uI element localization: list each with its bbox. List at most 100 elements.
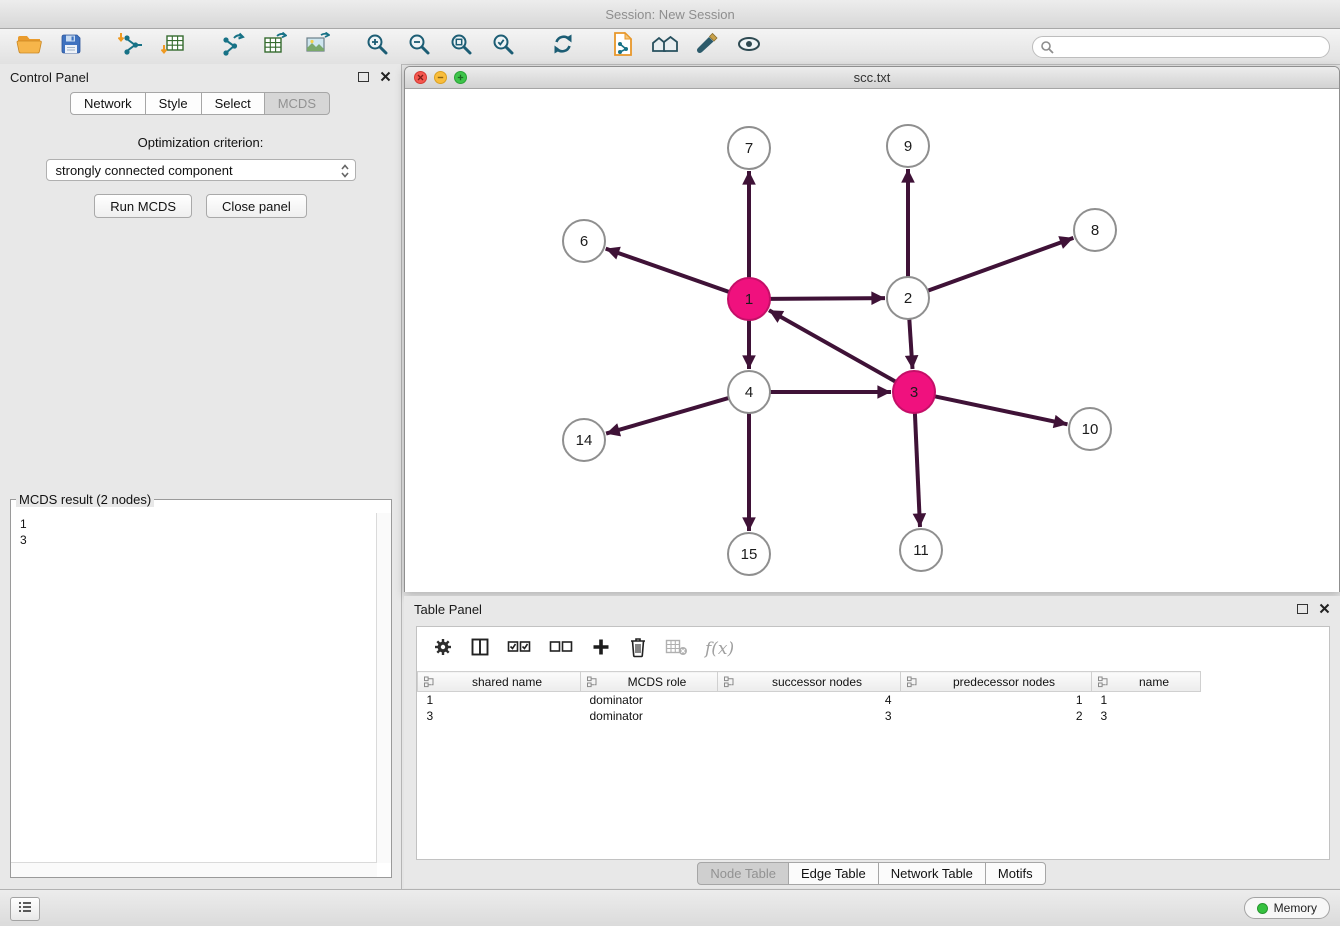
import-table-button[interactable]: [154, 32, 191, 62]
add-column-button[interactable]: [591, 637, 611, 662]
tab-network-table[interactable]: Network Table: [878, 862, 986, 885]
table-cell[interactable]: 3: [418, 708, 581, 724]
refresh-layout-icon: [551, 32, 575, 61]
edge-3-10[interactable]: [935, 396, 1068, 424]
tab-motifs[interactable]: Motifs: [985, 862, 1046, 885]
table-cell[interactable]: 1: [901, 692, 1092, 709]
tab-mcds[interactable]: MCDS: [264, 92, 330, 115]
app-title: Session: New Session: [605, 7, 734, 22]
memory-label: Memory: [1274, 901, 1317, 915]
table-cell[interactable]: 3: [1092, 708, 1201, 724]
network-canvas[interactable]: 7 9 6 8 1 2 4 3 14 10 15 11: [405, 89, 1339, 592]
show-columns-button[interactable]: [470, 637, 490, 662]
close-panel-button[interactable]: Close panel: [206, 194, 307, 218]
edge-3-11[interactable]: [915, 413, 920, 527]
edge-2-3[interactable]: [909, 319, 912, 369]
task-history-button[interactable]: [10, 897, 40, 921]
column-header-successor-nodes[interactable]: successor nodes: [718, 672, 901, 692]
zoom-fit-button[interactable]: [442, 32, 479, 62]
edge-1-6[interactable]: [606, 249, 730, 292]
zoom-selected-button[interactable]: [484, 32, 521, 62]
import-network-button[interactable]: [112, 32, 149, 62]
memory-button[interactable]: Memory: [1244, 897, 1330, 919]
graph-node-4[interactable]: 4: [728, 371, 770, 413]
network-document-button[interactable]: [604, 32, 641, 62]
column-header-shared-name[interactable]: shared name: [418, 672, 581, 692]
criterion-select[interactable]: strongly connected component: [46, 159, 356, 181]
tab-edge-table[interactable]: Edge Table: [788, 862, 879, 885]
search-icon: [1040, 40, 1054, 59]
table-cell[interactable]: 2: [901, 708, 1092, 724]
tab-node-table[interactable]: Node Table: [697, 862, 789, 885]
show-hide-button[interactable]: [730, 32, 767, 62]
table-cell[interactable]: dominator: [581, 708, 718, 724]
edge-4-14[interactable]: [606, 398, 729, 434]
export-network-button[interactable]: [214, 32, 251, 62]
column-header-name[interactable]: name: [1092, 672, 1201, 692]
zoom-out-icon: [407, 32, 431, 61]
graph-node-11[interactable]: 11: [900, 529, 942, 571]
graph-node-9[interactable]: 9: [887, 125, 929, 167]
apply-layout-button[interactable]: [544, 32, 581, 62]
graph-node-3[interactable]: 3: [893, 371, 935, 413]
graph-node-1[interactable]: 1: [728, 278, 770, 320]
close-panel-icon[interactable]: [380, 70, 391, 85]
float-table-panel-icon[interactable]: [1297, 604, 1308, 614]
save-floppy-icon: [60, 33, 82, 60]
close-table-panel-icon[interactable]: [1319, 602, 1330, 617]
graph-node-15[interactable]: 15: [728, 533, 770, 575]
edge-1-2[interactable]: [770, 298, 885, 299]
main-toolbar: [0, 29, 1340, 65]
network-window-titlebar[interactable]: scc.txt: [405, 67, 1339, 89]
save-session-button[interactable]: [52, 32, 89, 62]
svg-text:8: 8: [1091, 222, 1099, 239]
column-header-mcds-role[interactable]: MCDS role: [581, 672, 718, 692]
tab-style[interactable]: Style: [145, 92, 202, 115]
sort-column-icon: [1098, 676, 1109, 687]
table-cell[interactable]: 1: [418, 692, 581, 709]
table-cell[interactable]: 1: [1092, 692, 1201, 709]
open-session-button[interactable]: [10, 32, 47, 62]
table-cell[interactable]: 4: [718, 692, 901, 709]
export-network-icon: [220, 32, 246, 61]
table-cell[interactable]: dominator: [581, 692, 718, 709]
tab-network[interactable]: Network: [70, 92, 146, 115]
select-all-button[interactable]: [507, 638, 532, 661]
edge-2-8[interactable]: [928, 238, 1074, 291]
graph-node-8[interactable]: 8: [1074, 209, 1116, 251]
mcds-result-box: MCDS result (2 nodes) 1 3: [10, 492, 392, 878]
table-settings-button[interactable]: [433, 637, 453, 662]
table-cell[interactable]: 3: [718, 708, 901, 724]
window-minimize-icon[interactable]: [434, 71, 447, 84]
window-zoom-icon[interactable]: [454, 71, 467, 84]
zoom-out-button[interactable]: [400, 32, 437, 62]
export-image-icon: [304, 32, 330, 61]
first-neighbors-button[interactable]: [646, 32, 683, 62]
export-image-button[interactable]: [298, 32, 335, 62]
graph-node-14[interactable]: 14: [563, 419, 605, 461]
apply-style-button[interactable]: [688, 32, 725, 62]
column-header-predecessor-nodes[interactable]: predecessor nodes: [901, 672, 1092, 692]
table-row[interactable]: 1dominator411: [418, 692, 1201, 709]
result-vertical-scrollbar[interactable]: [376, 513, 391, 863]
svg-text:3: 3: [910, 384, 918, 401]
delete-column-button[interactable]: [628, 636, 648, 663]
graph-node-10[interactable]: 10: [1069, 408, 1111, 450]
run-mcds-button[interactable]: Run MCDS: [94, 194, 192, 218]
window-close-icon[interactable]: [414, 71, 427, 84]
graph-node-7[interactable]: 7: [728, 127, 770, 169]
zoom-in-button[interactable]: [358, 32, 395, 62]
export-table-button[interactable]: [256, 32, 293, 62]
delete-table-button: [665, 638, 688, 661]
table-row[interactable]: 3dominator323: [418, 708, 1201, 724]
tab-select[interactable]: Select: [201, 92, 265, 115]
table-panel-title: Table Panel: [414, 602, 482, 617]
result-horizontal-scrollbar[interactable]: [11, 862, 377, 877]
graph-node-6[interactable]: 6: [563, 220, 605, 262]
application-window: Session: New Session: [0, 0, 1340, 926]
edge-3-1[interactable]: [769, 310, 896, 381]
float-panel-icon[interactable]: [358, 72, 369, 82]
deselect-all-button[interactable]: [549, 638, 574, 661]
search-input[interactable]: [1032, 36, 1330, 58]
graph-node-2[interactable]: 2: [887, 277, 929, 319]
